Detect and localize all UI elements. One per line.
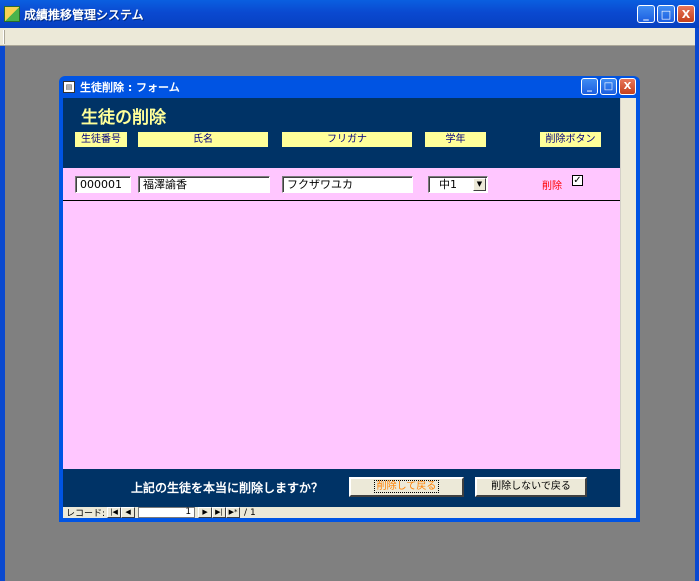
prev-record-icon[interactable]: ◀: [121, 507, 136, 518]
app-window-border-right: [695, 28, 699, 581]
form-title: 生徒削除 : フォーム: [80, 81, 180, 94]
app-minimize-button[interactable]: _: [637, 5, 655, 23]
form-close-button[interactable]: X: [619, 78, 636, 95]
record-navigation-bar: レコード: |◀ ◀ 1 ▶ ▶| ▶* / 1: [63, 507, 636, 519]
back-without-delete-button[interactable]: 削除しないで戻る: [475, 477, 587, 497]
form-header: 生徒の削除 生徒番号 氏名 フリガナ 学年 削除ボタン: [63, 98, 620, 168]
grade-value: 中1: [439, 178, 457, 191]
form-titlebar: ▤ 生徒削除 : フォーム _ □ X: [63, 76, 636, 98]
row-divider: [63, 200, 620, 201]
form-minimize-button[interactable]: _: [581, 78, 598, 95]
app-maximize-button[interactable]: □: [657, 5, 675, 23]
last-record-icon[interactable]: ▶|: [212, 507, 227, 518]
toolbar-grip-handle[interactable]: [3, 30, 5, 44]
column-label-delete-button: 削除ボタン: [540, 132, 601, 147]
chevron-down-icon[interactable]: ▼: [473, 178, 486, 191]
app-titlebar: 成績推移管理システム _ □ X: [0, 0, 699, 28]
delete-checkbox[interactable]: ✓: [572, 175, 583, 186]
column-label-grade: 学年: [425, 132, 486, 147]
column-label-name: 氏名: [138, 132, 268, 147]
form-detail-section: 000001 福澤諭香 フクザワユカ 中1 ▼ 削除 ✓: [63, 168, 620, 469]
delete-and-back-button[interactable]: 削除して戻る: [349, 477, 464, 497]
app-window-controls: _ □ X: [637, 5, 695, 23]
new-record-icon[interactable]: ▶*: [226, 507, 241, 518]
column-label-student-id: 生徒番号: [75, 132, 127, 147]
record-total: / 1: [244, 507, 256, 518]
app-icon: [4, 6, 20, 22]
first-record-icon[interactable]: |◀: [107, 507, 122, 518]
delete-and-back-label: 削除して戻る: [373, 480, 440, 493]
form-maximize-button[interactable]: □: [600, 78, 617, 95]
form-window: ▤ 生徒削除 : フォーム _ □ X 生徒の削除 生徒番号 氏名 フリガナ 学…: [59, 76, 640, 522]
form-body: 生徒の削除 生徒番号 氏名 フリガナ 学年 削除ボタン 000001 福澤諭香 …: [63, 98, 636, 519]
vertical-scrollbar[interactable]: [620, 98, 636, 507]
student-id-field[interactable]: 000001: [75, 176, 131, 193]
form-heading: 生徒の削除: [81, 108, 166, 128]
next-record-icon[interactable]: ▶: [198, 507, 213, 518]
app-window-border-left: [0, 46, 5, 581]
furigana-field[interactable]: フクザワユカ: [282, 176, 413, 193]
form-window-controls: _ □ X: [581, 78, 636, 95]
name-field[interactable]: 福澤諭香: [138, 176, 270, 193]
form-icon: ▤: [63, 81, 75, 93]
grade-combobox[interactable]: 中1 ▼: [428, 176, 488, 193]
form-footer: 上記の生徒を本当に削除しますか？ 削除して戻る 削除しないで戻る: [63, 469, 620, 507]
record-nav-label: レコード:: [66, 509, 106, 519]
app-title: 成績推移管理システム: [24, 7, 144, 22]
column-label-furigana: フリガナ: [282, 132, 412, 147]
menubar: [0, 28, 699, 46]
delete-label: 削除: [542, 181, 562, 192]
confirm-message: 上記の生徒を本当に削除しますか？: [131, 481, 324, 495]
app-close-button[interactable]: X: [677, 5, 695, 23]
current-record-input[interactable]: 1: [138, 507, 196, 518]
